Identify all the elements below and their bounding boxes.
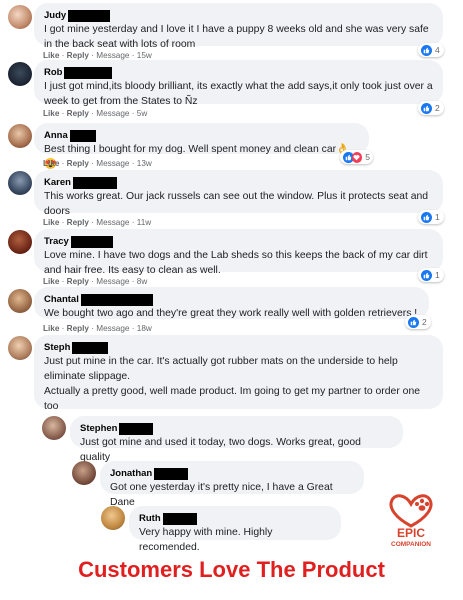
avatar[interactable] [8, 171, 32, 195]
reaction-count[interactable]: 2 [405, 315, 431, 329]
comment-actions: Like · Reply · Message · 5w [43, 109, 148, 118]
reply-action[interactable]: Reply [67, 218, 89, 227]
reaction-count[interactable]: 4 [418, 43, 444, 57]
message-action[interactable]: Message [96, 51, 129, 60]
reply-action[interactable]: Reply [67, 109, 89, 118]
reply-bubble: Stephen Just got mine and used it today,… [70, 416, 403, 463]
comment-actions: Like · Reply · Message · 11w [43, 218, 152, 227]
like-icon [421, 44, 432, 56]
reply-action[interactable]: Reply [67, 51, 89, 60]
comment-bubble: Tracy Love mine. I have two dogs and the… [34, 229, 443, 276]
message-action[interactable]: Message [96, 218, 129, 227]
like-icon [408, 316, 419, 328]
comment-actions: Like · Reply · Message · 18w [43, 324, 152, 333]
like-action[interactable]: Like [43, 324, 59, 333]
comment-bubble: Rob I just got mind,its bloody brilliant… [34, 60, 443, 107]
redacted-surname [80, 293, 153, 306]
commenter-name[interactable]: Tracy [44, 235, 69, 248]
message-action[interactable]: Message [96, 159, 129, 168]
redacted-surname [154, 467, 189, 480]
like-action[interactable]: Like [43, 218, 59, 227]
comment-time: 8w [136, 277, 148, 286]
avatar[interactable] [8, 124, 32, 148]
redacted-surname [119, 422, 154, 435]
comment-actions: Like · Reply · Message · 8w [43, 277, 148, 286]
redacted-surname [64, 66, 113, 79]
logo-line2: COMPANION [391, 541, 431, 548]
comment-text: I just got mind,its bloody brilliant, it… [44, 81, 433, 107]
comment-bubble: Chantal We bought two ago and they're gr… [34, 287, 429, 319]
comment-text: This works great. Our jack russels can s… [44, 191, 429, 217]
love-icon [351, 151, 363, 163]
reply-action[interactable]: Reply [67, 324, 89, 333]
avatar[interactable] [101, 506, 125, 530]
like-action[interactable]: Like [43, 277, 59, 286]
commenter-name[interactable]: Karen [44, 176, 71, 189]
redacted-surname [68, 9, 111, 22]
comment-bubble: Steph Just put mine in the car. It's act… [34, 335, 443, 412]
comment-text: Love mine. I have two dogs and the Lab s… [44, 250, 428, 276]
logo-line1: EPIC [397, 526, 425, 540]
reply-bubble: Ruth Very happy with mine. Highly recome… [129, 506, 341, 553]
heart-paw-icon: EPIC COMPANION [389, 494, 433, 548]
comment-time: 18w [136, 324, 152, 333]
commenter-name[interactable]: Jonathan [110, 467, 152, 480]
reply-action[interactable]: Reply [67, 159, 89, 168]
comment-actions: Like · Reply · Message · 13w [43, 159, 152, 168]
commenter-name[interactable]: Rob [44, 66, 62, 79]
comment-text: We bought two ago and they're great they… [44, 308, 418, 319]
comment-bubble: Karen This works great. Our jack russels… [34, 170, 443, 217]
redacted-surname [162, 512, 197, 525]
like-icon [421, 102, 432, 114]
redacted-surname [72, 176, 117, 189]
redacted-surname [70, 235, 113, 248]
message-action[interactable]: Message [96, 109, 129, 118]
reaction-count[interactable]: 1 [418, 268, 444, 282]
reaction-count[interactable]: 1 [418, 210, 444, 224]
avatar[interactable] [72, 461, 96, 485]
comment-actions: Like · Reply · Message · 15w [43, 51, 152, 60]
commenter-name[interactable]: Judy [44, 9, 66, 22]
reaction-count[interactable]: 2 [418, 101, 444, 115]
commenter-name[interactable]: Chantal [44, 293, 79, 306]
comment-text-paragraph-2: Actually a pretty good, well made produc… [44, 386, 420, 412]
comment-bubble: Judy I got mine yesterday and I love it … [34, 3, 443, 50]
like-action[interactable]: Like [43, 51, 59, 60]
avatar[interactable] [42, 416, 66, 440]
epic-companion-logo: EPIC COMPANION [376, 488, 446, 554]
avatar[interactable] [8, 230, 32, 254]
comment-text: Just put mine in the car. It's actually … [44, 356, 398, 382]
commenter-name[interactable]: Anna [44, 129, 68, 142]
message-action[interactable]: Message [96, 277, 129, 286]
like-icon [421, 269, 432, 281]
avatar[interactable] [8, 5, 32, 29]
footer-headline: Customers Love The Product [78, 557, 385, 582]
message-action[interactable]: Message [96, 324, 129, 333]
like-icon [421, 211, 432, 223]
comment-time: 5w [136, 109, 148, 118]
reaction-count[interactable]: 5 [340, 150, 373, 164]
commenter-name[interactable]: Ruth [139, 512, 161, 525]
comment-time: 11w [136, 218, 152, 227]
reply-action[interactable]: Reply [67, 277, 89, 286]
redacted-surname [72, 341, 109, 354]
redacted-surname [69, 129, 96, 142]
comment-time: 15w [136, 51, 152, 60]
like-action[interactable]: Like [43, 159, 59, 168]
reply-bubble: Jonathan Got one yesterday it's pretty n… [100, 461, 364, 508]
like-action[interactable]: Like [43, 109, 59, 118]
comment-time: 13w [136, 159, 152, 168]
avatar[interactable] [8, 336, 32, 360]
avatar[interactable] [8, 62, 32, 86]
commenter-name[interactable]: Steph [44, 341, 70, 354]
avatar[interactable] [8, 289, 32, 313]
comment-bubble: Anna Best thing I bought for my dog. Wel… [34, 123, 369, 170]
comment-text: I got mine yesterday and I love it I hav… [44, 24, 429, 50]
commenter-name[interactable]: Stephen [80, 422, 117, 435]
comment-text: Very happy with mine. Highly recomended. [139, 527, 273, 553]
